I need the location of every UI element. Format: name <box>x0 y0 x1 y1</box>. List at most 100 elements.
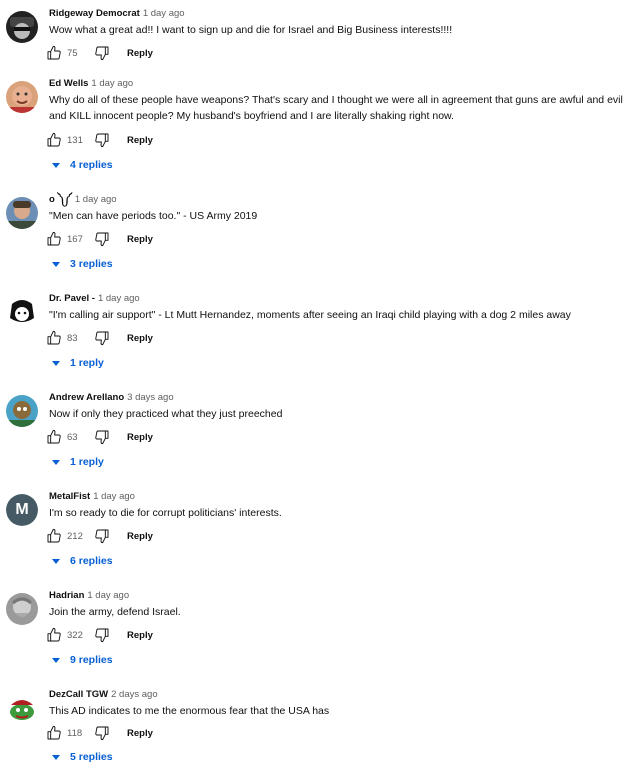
like-icon[interactable] <box>46 132 62 148</box>
replies-count: 5 replies <box>70 751 113 763</box>
like-icon[interactable] <box>46 725 62 741</box>
caret-down-icon <box>52 459 60 465</box>
author-name[interactable]: DezCall TGW <box>49 689 108 700</box>
comment-timestamp[interactable]: 2 days ago <box>111 689 157 700</box>
caret-down-icon <box>52 261 60 267</box>
view-replies-button[interactable]: 4 replies <box>52 159 113 171</box>
comment-item: Hadrian 1 day ago Join the army, defend I… <box>0 582 631 681</box>
author-name[interactable]: Dr. Pavel - <box>49 293 95 304</box>
comment-timestamp[interactable]: 1 day ago <box>91 78 133 89</box>
like-count: 322 <box>67 629 83 641</box>
dislike-icon[interactable] <box>94 528 110 544</box>
like-count: 131 <box>67 134 83 146</box>
comment-timestamp[interactable]: 3 days ago <box>127 392 173 403</box>
comments-section: Ridgeway Democrat 1 day ago Wow what a gr… <box>0 0 631 768</box>
caret-down-icon <box>52 657 60 663</box>
dislike-icon[interactable] <box>94 627 110 643</box>
avatar-image <box>6 197 38 229</box>
comment-text: "Men can have periods too." - US Army 20… <box>49 210 258 222</box>
view-replies-button[interactable]: 3 replies <box>52 258 113 270</box>
comment-header: Ed Wells 1 day ago <box>49 78 133 90</box>
reply-button[interactable]: Reply <box>127 234 153 245</box>
caret-down-icon <box>52 558 60 564</box>
author-name[interactable]: Ridgeway Democrat <box>49 8 140 19</box>
comment-actions: 118 Reply <box>46 723 153 743</box>
like-count: 167 <box>67 233 83 245</box>
replies-count: 6 replies <box>70 555 113 567</box>
avatar[interactable]: M <box>6 494 38 526</box>
dislike-icon[interactable] <box>94 429 110 445</box>
replies-count: 4 replies <box>70 159 113 171</box>
like-count: 212 <box>67 530 83 542</box>
dislike-icon[interactable] <box>94 330 110 346</box>
comment-timestamp[interactable]: 1 day ago <box>87 590 129 601</box>
view-replies-button[interactable]: 1 reply <box>52 456 104 468</box>
view-replies-button[interactable]: 9 replies <box>52 654 113 666</box>
comment-text: Wow what a great ad!! I want to sign up … <box>49 24 453 36</box>
dislike-icon[interactable] <box>94 45 110 61</box>
comment-item: Dr. Pavel -1 day ago "I'm calling air su… <box>0 285 631 384</box>
comment-item: DezCall TGW 2 days ago This AD indicates … <box>0 681 631 768</box>
comment-actions: 83 Reply <box>46 328 153 348</box>
author-name[interactable]: Ed Wells <box>49 78 88 89</box>
view-replies-button[interactable]: 1 reply <box>52 357 104 369</box>
avatar[interactable] <box>6 197 38 229</box>
comment-header: Dr. Pavel -1 day ago <box>49 293 140 305</box>
view-replies-button[interactable]: 5 replies <box>52 751 113 763</box>
author-name[interactable]: Andrew Arellano <box>49 392 124 403</box>
reply-button[interactable]: Reply <box>127 728 153 739</box>
comment-text: "I'm calling air support" - Lt Mutt Hern… <box>49 309 571 321</box>
reply-button[interactable]: Reply <box>127 531 153 542</box>
comment-text: This AD indicates to me the enormous fea… <box>49 705 330 717</box>
avatar-image <box>6 593 38 625</box>
avatar-image <box>6 692 38 724</box>
comment-header: MetalFist 1 day ago <box>49 491 135 503</box>
caret-down-icon <box>52 162 60 168</box>
comment-header: Hadrian 1 day ago <box>49 590 129 602</box>
comment-timestamp[interactable]: 1 day ago <box>93 491 135 502</box>
like-icon[interactable] <box>46 330 62 346</box>
avatar[interactable] <box>6 11 38 43</box>
comment-timestamp[interactable]: 1 day ago <box>75 194 117 205</box>
comment-item: M MetalFist 1 day ago I'm so ready to die… <box>0 483 631 582</box>
like-count: 83 <box>67 332 78 344</box>
reply-button[interactable]: Reply <box>127 135 153 146</box>
avatar-image <box>6 81 38 113</box>
dislike-icon[interactable] <box>94 132 110 148</box>
comment-text: Why do all of these people have weapons?… <box>49 94 623 122</box>
reply-button[interactable]: Reply <box>127 48 153 59</box>
avatar-image <box>6 395 38 427</box>
reply-button[interactable]: Reply <box>127 333 153 344</box>
reply-button[interactable]: Reply <box>127 630 153 641</box>
comment-timestamp[interactable]: 1 day ago <box>143 8 185 19</box>
like-icon[interactable] <box>46 45 62 61</box>
author-name[interactable]: Hadrian <box>49 590 84 601</box>
comment-actions: 75 Reply <box>46 43 153 63</box>
comment-item: Andrew Arellano 3 days ago Now if only th… <box>0 384 631 483</box>
like-count: 63 <box>67 431 78 443</box>
like-icon[interactable] <box>46 627 62 643</box>
like-icon[interactable] <box>46 231 62 247</box>
comment-text: I'm so ready to die for corrupt politici… <box>49 507 282 519</box>
avatar[interactable] <box>6 593 38 625</box>
comment-item: o ༽༼ 1 day ago "Men can have periods too.… <box>0 186 631 285</box>
avatar[interactable] <box>6 692 38 724</box>
view-replies-button[interactable]: 6 replies <box>52 555 113 567</box>
comment-text: Join the army, defend Israel. <box>49 606 181 618</box>
comment-timestamp[interactable]: 1 day ago <box>98 293 140 304</box>
author-name[interactable]: o ༽༼ <box>49 194 72 205</box>
replies-count: 1 reply <box>70 456 104 468</box>
author-name[interactable]: MetalFist <box>49 491 90 502</box>
avatar[interactable] <box>6 395 38 427</box>
avatar-letter: M <box>6 494 38 526</box>
comment-header: Ridgeway Democrat 1 day ago <box>49 8 185 20</box>
dislike-icon[interactable] <box>94 725 110 741</box>
replies-count: 3 replies <box>70 258 113 270</box>
reply-button[interactable]: Reply <box>127 432 153 443</box>
avatar[interactable] <box>6 81 38 113</box>
like-icon[interactable] <box>46 528 62 544</box>
comment-actions: 131 Reply <box>46 130 153 150</box>
avatar[interactable] <box>6 296 38 328</box>
dislike-icon[interactable] <box>94 231 110 247</box>
like-icon[interactable] <box>46 429 62 445</box>
